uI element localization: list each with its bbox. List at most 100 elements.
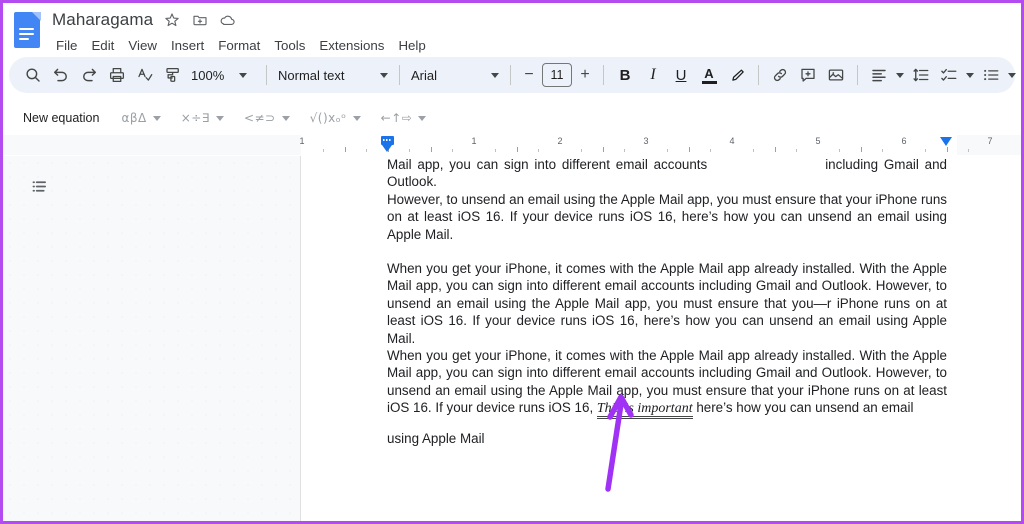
toolbar-divider: [758, 65, 759, 85]
menu-edit[interactable]: Edit: [84, 36, 121, 55]
paint-format-icon[interactable]: [159, 61, 187, 89]
important-highlighted-text[interactable]: This is important: [596, 401, 693, 420]
bulleted-list-icon[interactable]: [977, 61, 1005, 89]
equation-math-operators-dropdown[interactable]: √()xₒᵒ: [306, 108, 365, 128]
chevron-down-icon: [281, 115, 290, 121]
menu-help[interactable]: Help: [391, 36, 432, 55]
add-comment-icon[interactable]: [794, 61, 822, 89]
italic-button[interactable]: I: [639, 61, 667, 89]
title-bar: Maharagama File Edit View Insert Format …: [3, 3, 1021, 55]
title-and-menu: Maharagama File Edit View Insert Format …: [52, 8, 433, 57]
bulleted-list-chevron-down-icon[interactable]: [1008, 72, 1016, 78]
right-indent-marker[interactable]: [940, 137, 952, 146]
star-icon[interactable]: [162, 11, 181, 30]
zoom-value: 100%: [191, 67, 225, 83]
cloud-saved-icon[interactable]: [218, 11, 237, 30]
highlight-color-icon[interactable]: [723, 61, 751, 89]
document-ruler[interactable]: 1 1 2 3 4 5 6 7: [3, 135, 1021, 155]
document-title-row: Maharagama: [52, 8, 433, 32]
left-indent-marker[interactable]: [381, 136, 394, 152]
chevron-down-icon: [418, 115, 427, 121]
ruler-track: [301, 135, 957, 155]
menu-tools[interactable]: Tools: [267, 36, 312, 55]
ruler-left-margin: [3, 135, 301, 155]
font-size-stepper: − 11 +: [518, 62, 596, 88]
toolbar-divider: [510, 65, 511, 85]
paragraph-style-dropdown[interactable]: Normal text: [274, 61, 392, 89]
new-equation-button[interactable]: New equation: [17, 107, 105, 129]
equation-arrows-dropdown[interactable]: ←↑⇨: [377, 108, 431, 128]
spellcheck-icon[interactable]: [131, 61, 159, 89]
document-body[interactable]: Mail app, you can sign into different em…: [387, 156, 947, 447]
relations-glyphs: <≠⊃: [243, 111, 276, 125]
text-color-button[interactable]: A: [695, 61, 723, 89]
checklist-icon[interactable]: [935, 61, 963, 89]
paragraph-text-after: here’s how you can unsend an email: [692, 400, 914, 416]
math-operations-glyphs: ×÷∃: [180, 111, 210, 125]
math-operators-glyphs: √()xₒᵒ: [309, 111, 347, 125]
numbered-list-icon[interactable]: 1 2 3: [1019, 61, 1021, 89]
insert-image-icon[interactable]: [822, 61, 850, 89]
paragraph[interactable]: using Apple Mail: [387, 430, 947, 447]
toolbar-divider: [603, 65, 604, 85]
undo-icon[interactable]: [47, 61, 75, 89]
zoom-dropdown[interactable]: 100%: [187, 61, 259, 89]
equation-math-operations-dropdown[interactable]: ×÷∃: [177, 108, 228, 128]
paragraph[interactable]: Mail app, you can sign into different em…: [387, 156, 947, 243]
menu-format[interactable]: Format: [211, 36, 267, 55]
greek-letters-glyphs: αβΔ: [121, 111, 147, 125]
outline-rail: [3, 156, 301, 521]
font-size-increase-button[interactable]: +: [574, 62, 596, 88]
align-chevron-down-icon[interactable]: [896, 72, 904, 78]
equation-greek-letters-dropdown[interactable]: αβΔ: [117, 108, 164, 128]
align-icon[interactable]: [865, 61, 893, 89]
menu-view[interactable]: View: [121, 36, 164, 55]
chevron-down-icon: [152, 115, 161, 121]
menu-file[interactable]: File: [49, 36, 84, 55]
menu-extensions[interactable]: Extensions: [312, 36, 391, 55]
menu-bar: File Edit View Insert Format Tools Exten…: [49, 33, 433, 57]
bold-button[interactable]: B: [611, 61, 639, 89]
ruler-number: 2: [557, 136, 563, 146]
ruler-number: 7: [987, 136, 993, 146]
document-page[interactable]: Mail app, you can sign into different em…: [301, 156, 1021, 521]
font-size-decrease-button[interactable]: −: [518, 62, 540, 88]
chevron-down-icon: [491, 72, 499, 78]
paragraph-text: However, to unsend an email using the Ap…: [387, 191, 947, 242]
text-color-swatch: [701, 80, 717, 84]
search-icon[interactable]: [19, 61, 47, 89]
menu-insert[interactable]: Insert: [164, 36, 211, 55]
redo-icon[interactable]: [75, 61, 103, 89]
font-family-value: Arial: [411, 67, 438, 83]
ruler-number: 1: [299, 136, 305, 146]
insert-link-icon[interactable]: [766, 61, 794, 89]
toolbar-divider: [266, 65, 267, 85]
main-toolbar: 100% Normal text Arial − 11 + B I U A: [9, 57, 1016, 93]
ruler-number: 6: [901, 136, 907, 146]
ruler-number: 4: [729, 136, 735, 146]
paragraph[interactable]: When you get your iPhone, it comes with …: [387, 347, 947, 420]
page-title[interactable]: Maharagama: [52, 10, 153, 30]
checklist-chevron-down-icon[interactable]: [966, 72, 974, 78]
paragraph-line-text: Mail app, you can sign into different em…: [387, 157, 708, 172]
equation-relations-dropdown[interactable]: <≠⊃: [240, 108, 294, 128]
ruler-number: 1: [471, 136, 477, 146]
ruler-number: 5: [815, 136, 821, 146]
chevron-down-icon: [380, 72, 388, 78]
font-size-input[interactable]: 11: [542, 63, 572, 87]
google-docs-icon: [13, 12, 41, 48]
toolbar-divider: [857, 65, 858, 85]
underline-button[interactable]: U: [667, 61, 695, 89]
equation-toolbar: New equation αβΔ ×÷∃ <≠⊃ √()xₒᵒ ←↑⇨: [3, 101, 1021, 135]
document-workspace: Mail app, you can sign into different em…: [3, 156, 1021, 521]
line-spacing-icon[interactable]: [907, 61, 935, 89]
paragraph[interactable]: When you get your iPhone, it comes with …: [387, 260, 947, 347]
move-to-folder-icon[interactable]: [190, 11, 209, 30]
print-icon[interactable]: [103, 61, 131, 89]
chevron-down-icon: [215, 115, 224, 121]
text-color-label: A: [704, 65, 714, 81]
paragraph-style-value: Normal text: [278, 67, 345, 83]
document-outline-icon[interactable]: [25, 172, 53, 200]
font-family-dropdown[interactable]: Arial: [407, 61, 503, 89]
chevron-down-icon: [352, 115, 361, 121]
